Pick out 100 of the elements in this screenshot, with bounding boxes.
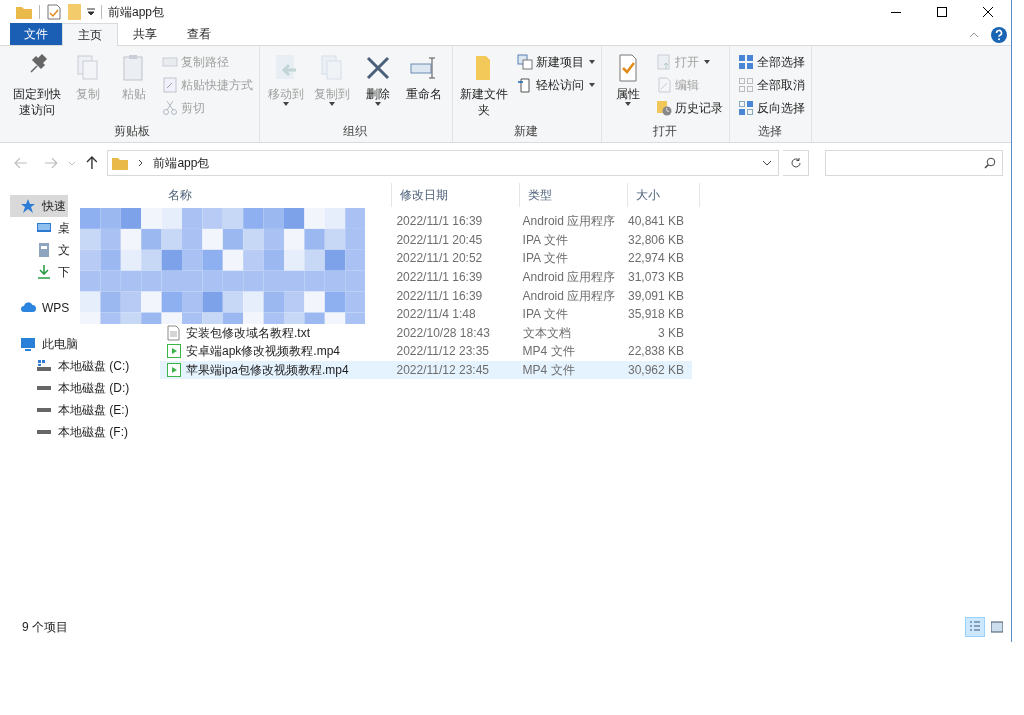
sidebar-item[interactable]: 本地磁盘 (E:) (10, 399, 131, 421)
dropdown-caret-icon (625, 102, 631, 106)
sidebar-item[interactable]: 快速 (10, 195, 68, 217)
table-cell-text: IPA 文件 (521, 306, 569, 324)
file-icon (166, 324, 182, 341)
file-name[interactable]: 苹果端ipa包修改视频教程.mp4 (160, 360, 389, 380)
table-cell-text: 2022/11/1 20:52 (395, 250, 484, 268)
up-arrow-icon[interactable] (85, 156, 98, 170)
chevron-icon (138, 159, 144, 167)
ribbon-tab[interactable]: 文件 (10, 23, 62, 45)
table-cell-text: 2022/10/28 18:43 (395, 324, 491, 342)
collapse-ribbon-icon[interactable] (969, 32, 979, 38)
sidebar-icon (36, 358, 52, 374)
view-toggle[interactable] (965, 617, 985, 637)
address-path[interactable]: 前端app包 (153, 154, 210, 172)
ribbon-icon (656, 53, 672, 70)
refresh-icon (789, 157, 802, 169)
help-icon[interactable] (991, 27, 1007, 43)
file-name[interactable]: 安卓端apk修改视频教程.mp4 (160, 342, 389, 361)
dropdown-icon[interactable] (87, 8, 95, 16)
table-cell-text: 22,838 KB (626, 343, 685, 361)
ribbon-button[interactable]: 属性 (606, 52, 650, 122)
dropdown-chevron-icon[interactable] (762, 160, 773, 166)
forward-arrow-icon[interactable] (43, 157, 58, 169)
ribbon-icon (517, 53, 533, 70)
table-cell-text: 2022/11/1 16:39 (395, 287, 484, 305)
table-cell-text: IPA 文件 (521, 250, 569, 268)
ribbon-button[interactable]: 轻松访问 (517, 75, 595, 94)
table-cell-text: 文本文档 (521, 324, 572, 342)
recent-chevron-icon[interactable] (67, 160, 76, 166)
sidebar-item[interactable]: 本地磁盘 (D:) (10, 377, 132, 399)
ribbon-tab[interactable]: 查看 (172, 23, 226, 45)
sidebar-item[interactable]: 桌 (10, 217, 72, 239)
table-cell-text: 35,918 KB (626, 306, 685, 324)
sidebar-item[interactable]: 下 (10, 261, 72, 283)
table-cell-text: 39,091 KB (626, 287, 685, 305)
folder-icon (112, 156, 129, 170)
table-cell-text: MP4 文件 (521, 343, 576, 361)
table-cell-text: 2022/11/1 20:45 (395, 231, 484, 249)
address-bar[interactable]: 前端app包 (107, 150, 780, 176)
table-cell-text: 31,073 KB (626, 269, 685, 287)
sidebar-item[interactable]: 此电脑 (10, 333, 80, 355)
ribbon-button[interactable]: 历史记录 (656, 98, 723, 117)
ribbon-group-label: 打开 (651, 123, 678, 140)
minimize-icon (891, 11, 901, 13)
ribbon-icon (656, 99, 672, 116)
ribbon-icon (162, 76, 178, 93)
view-icon (969, 621, 981, 633)
table-cell-text: 2022/11/1 16:39 (395, 269, 484, 287)
ribbon-button[interactable]: 删除 (356, 52, 400, 122)
table-cell: MP4 文件 (514, 360, 621, 380)
ribbon-group-label: 组织 (342, 123, 368, 140)
ribbon-button[interactable]: 反向选择 (738, 98, 805, 117)
sidebar-item[interactable]: 本地磁盘 (F:) (10, 421, 130, 443)
dropdown-caret-icon (283, 102, 289, 106)
ribbon-icon (738, 53, 754, 70)
ribbon-button[interactable]: 全部选择 (738, 52, 805, 71)
sidebar-item[interactable]: 本地磁盘 (C:) (10, 355, 132, 377)
refresh-button[interactable] (783, 150, 810, 176)
column-header[interactable]: 类型 (520, 183, 628, 207)
table-cell: 2022/11/12 23:45 (388, 360, 515, 380)
ribbon-button[interactable]: 全部取消 (738, 75, 805, 94)
sidebar-icon (37, 386, 51, 390)
properties-icon[interactable] (47, 4, 61, 20)
table-cell-text: 22,974 KB (626, 250, 685, 268)
table-cell-text: 2022/11/12 23:35 (395, 343, 490, 361)
ribbon-button[interactable]: 重命名 (402, 52, 446, 122)
table-cell-text: 3 KB (657, 324, 685, 342)
ribbon-group-label: 新建 (513, 123, 539, 140)
search-icon (984, 157, 996, 169)
sidebar-item[interactable]: 文 (10, 239, 72, 261)
dropdown-caret-icon (589, 59, 595, 64)
sidebar-icon (36, 242, 52, 258)
search-field[interactable] (825, 150, 1003, 176)
table-cell-text: 40,841 KB (626, 213, 685, 231)
sidebar-item[interactable]: WPS (10, 297, 72, 319)
dropdown-caret-icon (375, 102, 381, 106)
table-cell-text: Android 应用程序 (521, 269, 617, 287)
ribbon-button[interactable]: 固定到快速访问 (10, 52, 64, 122)
table-cell-text: 2022/11/4 1:48 (395, 306, 477, 324)
folder-icon[interactable] (16, 5, 32, 19)
file-icon (166, 362, 182, 379)
table-cell-text: 2022/11/1 16:39 (395, 213, 484, 231)
ribbon-icon (738, 99, 754, 116)
sidebar-icon (37, 408, 51, 412)
file-name[interactable]: 安装包修改域名教程.txt (160, 323, 389, 343)
sidebar-icon (20, 336, 36, 352)
column-header[interactable]: 名称 (160, 183, 392, 207)
column-header[interactable]: 大小 (628, 183, 700, 207)
ribbon-tab[interactable]: 共享 (118, 23, 172, 45)
dropdown-caret-icon (329, 102, 335, 106)
ribbon-button[interactable]: 新建文件夹 (457, 52, 511, 122)
ribbon-group-label: 选择 (756, 123, 783, 140)
ribbon-button[interactable]: 新建项目 (517, 52, 595, 71)
back-arrow-icon[interactable] (14, 157, 28, 169)
ribbon-icon (656, 76, 672, 93)
column-header[interactable]: 修改日期 (392, 183, 520, 207)
ribbon-icon (738, 76, 754, 93)
ribbon-tab[interactable]: 主页 (62, 23, 118, 46)
sidebar-icon (20, 198, 36, 214)
